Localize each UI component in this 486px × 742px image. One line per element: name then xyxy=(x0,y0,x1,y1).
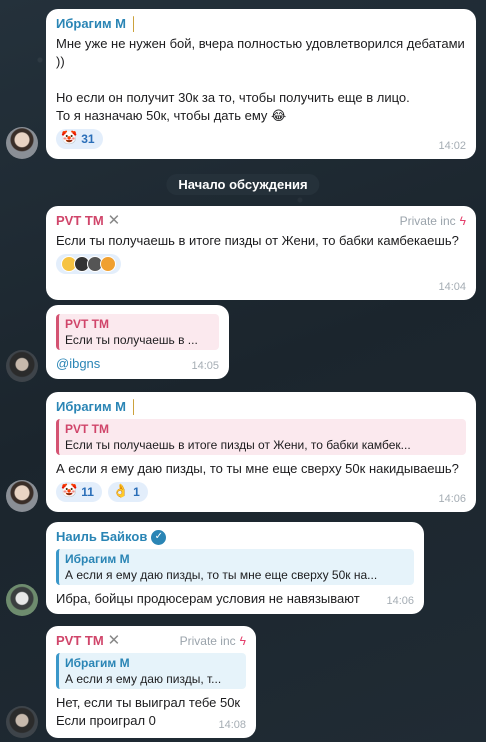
reaction-button[interactable]: 🤡 11 xyxy=(56,482,102,502)
message-time: 14:05 xyxy=(191,360,219,372)
discussion-start-divider: Начало обсуждения xyxy=(166,174,320,195)
avatar-pvt[interactable] xyxy=(6,350,38,382)
message-bubble[interactable]: Наиль Байков ✓ Ибрагим М А если я ему да… xyxy=(46,522,424,614)
reaction-count: 1 xyxy=(133,485,140,499)
necktie-icon: │ xyxy=(130,16,139,31)
avatar-ibragim[interactable] xyxy=(6,127,38,159)
message-text: А если я ему даю пизды, то ты мне еще св… xyxy=(56,461,459,476)
message-text: Ибра, бойцы продюсерам условия не навязы… xyxy=(56,591,360,606)
message-time: 14:08 xyxy=(218,719,246,731)
message-time: 14:06 xyxy=(386,595,414,607)
message-bubble[interactable]: PVT TM ✕ Private inc ϟ Ибрагим М А если … xyxy=(46,626,256,738)
reply-text: Если ты получаешь в ... xyxy=(65,333,198,347)
reply-text: Если ты получаешь в итоге пизды от Жени,… xyxy=(65,438,411,452)
sender-name[interactable]: Ибрагим М │ xyxy=(56,398,466,416)
reaction-button[interactable]: 🤡 31 xyxy=(56,129,103,149)
avatar-mini xyxy=(100,256,116,272)
reply-sender: Ибрагим М xyxy=(65,552,130,566)
reply-sender: Ибрагим М xyxy=(65,656,130,670)
admin-tag: Private inc ϟ xyxy=(180,632,246,650)
reply-quote[interactable]: Ибрагим М А если я ему даю пизды, т... xyxy=(56,653,246,689)
message-time: 14:06 xyxy=(438,493,466,505)
message-bubble[interactable]: Ибрагим М │ Мне уже не нужен бой, вчера … xyxy=(46,9,476,159)
cross-logo-icon: ✕ xyxy=(107,632,121,649)
message-bubble[interactable]: PVT TM ✕ Private inc ϟ Если ты получаешь… xyxy=(46,206,476,300)
sender-label: Наиль Байков xyxy=(56,529,148,544)
avatar-ibragim[interactable] xyxy=(6,480,38,512)
sender-label: PVT TM xyxy=(56,213,104,228)
message-time: 14:02 xyxy=(438,140,466,152)
tag-label: Private inc xyxy=(399,214,456,228)
message-bubble[interactable]: PVT TM Если ты получаешь в ... @ibgns 14… xyxy=(46,305,229,379)
sender-name[interactable]: Наиль Байков ✓ xyxy=(56,528,414,546)
reaction-button[interactable]: 👌 1 xyxy=(107,482,148,502)
lightning-icon: ϟ xyxy=(239,634,246,648)
pinch-hand-icon: 👌 xyxy=(112,484,130,499)
reply-quote[interactable]: Ибрагим М А если я ему даю пизды, то ты … xyxy=(56,549,414,585)
sender-label: Ибрагим М xyxy=(56,16,127,31)
reaction-count: 31 xyxy=(81,132,95,146)
clown-icon: 🤡 xyxy=(61,484,78,499)
message-bubble[interactable]: Ибрагим М │ PVT TM Если ты получаешь в и… xyxy=(46,392,476,512)
tag-label: Private inc xyxy=(179,634,236,648)
necktie-icon: │ xyxy=(130,399,139,414)
verified-badge-icon: ✓ xyxy=(151,529,167,545)
avatar-pvt[interactable] xyxy=(6,706,38,738)
clown-icon: 🤡 xyxy=(61,131,78,146)
reply-quote[interactable]: PVT TM Если ты получаешь в ... xyxy=(56,314,219,350)
cross-logo-icon: ✕ xyxy=(107,212,121,229)
reply-text: А если я ему даю пизды, т... xyxy=(65,672,222,686)
reply-sender: PVT TM xyxy=(65,422,109,436)
sender-label: Ибрагим М xyxy=(56,399,127,414)
reaction-count: 11 xyxy=(81,485,94,499)
admin-tag: Private inc ϟ xyxy=(400,212,466,230)
reply-quote[interactable]: PVT TM Если ты получаешь в итоге пизды о… xyxy=(56,419,466,455)
message-text: Мне уже не нужен бой, вчера полностью уд… xyxy=(56,36,465,123)
reaction-stack[interactable] xyxy=(56,254,121,274)
message-time: 14:04 xyxy=(438,281,466,293)
message-text: Если ты получаешь в итоге пизды от Жени,… xyxy=(56,233,459,248)
sender-label: PVT TM xyxy=(56,633,104,648)
avatar-nail[interactable] xyxy=(6,584,38,616)
sender-name[interactable]: Ибрагим М │ xyxy=(56,15,466,33)
lightning-icon: ϟ xyxy=(459,214,466,228)
reply-text: А если я ему даю пизды, то ты мне еще св… xyxy=(65,568,378,582)
reply-sender: PVT TM xyxy=(65,317,109,331)
